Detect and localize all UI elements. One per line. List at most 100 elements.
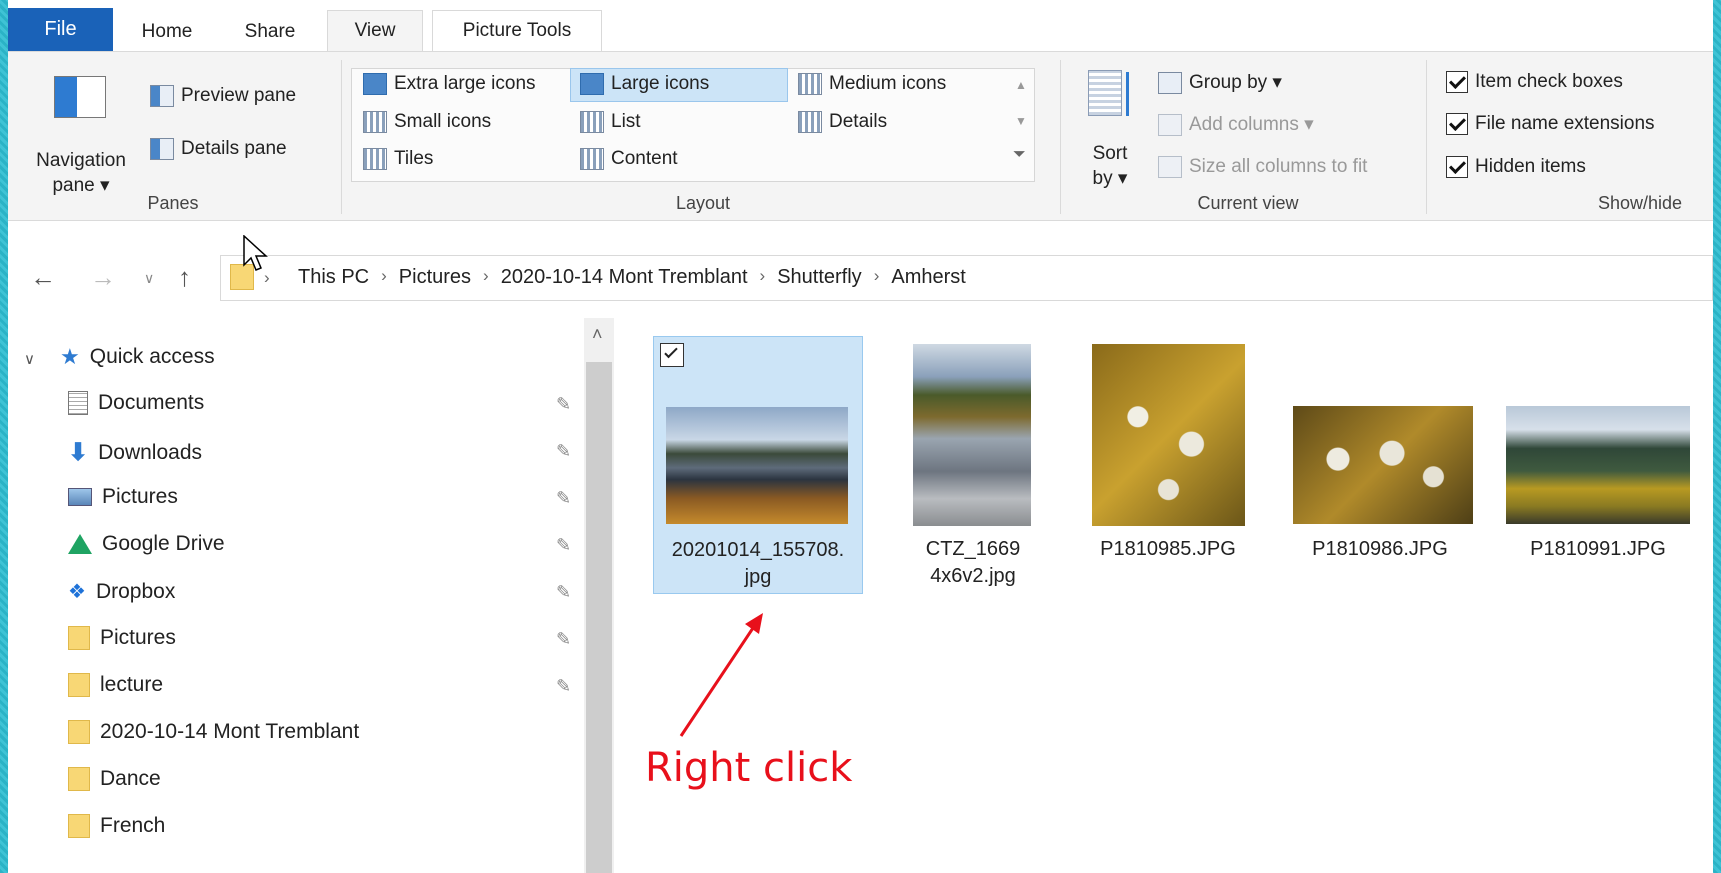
- sidebar-item-downloads[interactable]: ⬇ Downloads: [68, 438, 202, 467]
- breadcrumb-shutterfly[interactable]: Shutterfly: [777, 266, 861, 289]
- layout-tiles[interactable]: Tiles: [363, 148, 433, 170]
- tab-share[interactable]: Share: [224, 12, 316, 51]
- mouse-cursor-icon: [243, 235, 268, 271]
- layout-extra-large-icons[interactable]: Extra large icons: [363, 73, 536, 95]
- sidebar-item-pictures[interactable]: Pictures: [68, 485, 178, 509]
- small-icons-icon: [363, 111, 387, 133]
- breadcrumb-chevron-icon: ›: [483, 266, 489, 285]
- size-all-columns-button[interactable]: Size all columns to fit: [1158, 156, 1367, 178]
- file-name: P1810985.JPG: [1100, 538, 1236, 560]
- file-explorer-window: File Home Share View Picture Tools Navig…: [8, 0, 1713, 873]
- sidebar-item-dropbox[interactable]: ❖ Dropbox: [68, 579, 175, 604]
- item-check-boxes-checkbox[interactable]: [1446, 71, 1468, 93]
- details-icon: [798, 111, 822, 133]
- sidebar-item-dance[interactable]: Dance: [68, 767, 161, 791]
- google-drive-icon: [68, 534, 92, 554]
- annotation-label: Right click: [645, 745, 853, 791]
- file-name: CTZ_1669: [925, 538, 1021, 560]
- extra-large-icons-label: Extra large icons: [394, 73, 536, 94]
- show-hide-group-label: Show/hide: [1598, 193, 1683, 213]
- pin-icon[interactable]: ✎: [556, 676, 571, 697]
- file-name-extensions-checkbox[interactable]: [1446, 113, 1468, 135]
- file-item[interactable]: P1810991.JPG: [1498, 340, 1698, 600]
- sidebar-item-documents[interactable]: Documents: [68, 391, 204, 415]
- file-item[interactable]: P1810985.JPG: [1083, 340, 1253, 600]
- layout-medium-icons[interactable]: Medium icons: [798, 73, 946, 95]
- pin-icon[interactable]: ✎: [556, 582, 571, 603]
- layout-details[interactable]: Details: [798, 111, 887, 133]
- breadcrumb-pictures[interactable]: Pictures: [399, 266, 471, 289]
- file-name-extensions-toggle[interactable]: File name extensions: [1446, 113, 1655, 135]
- file-item-selected[interactable]: 20201014_155708. jpg: [653, 336, 863, 594]
- breadcrumb-chevron-icon: ›: [381, 266, 387, 285]
- sidebar-item-label: French: [100, 814, 166, 837]
- layout-scroll-down-icon[interactable]: ▼: [1015, 114, 1027, 128]
- tab-home[interactable]: Home: [126, 12, 208, 51]
- document-icon: [68, 391, 88, 415]
- sidebar-item-label: Pictures: [100, 626, 176, 649]
- add-columns-label: Add columns ▾: [1189, 114, 1314, 135]
- folder-icon: [68, 720, 90, 744]
- tab-view[interactable]: View: [327, 10, 423, 52]
- details-pane-icon: [150, 138, 174, 160]
- pin-icon[interactable]: ✎: [556, 394, 571, 415]
- sidebar-item-label: Quick access: [89, 345, 215, 368]
- list-label: List: [611, 111, 641, 132]
- item-check-boxes-label: Item check boxes: [1475, 71, 1623, 92]
- layout-list[interactable]: List: [580, 111, 641, 133]
- preview-pane-button[interactable]: Preview pane: [150, 85, 296, 107]
- pin-icon[interactable]: ✎: [556, 488, 571, 509]
- hidden-items-checkbox[interactable]: [1446, 156, 1468, 178]
- sort-by-label: by ▾: [1092, 168, 1128, 189]
- item-check-boxes-toggle[interactable]: Item check boxes: [1446, 71, 1623, 93]
- sort-by-button[interactable]: Sort by ▾: [1078, 66, 1148, 189]
- tab-picture-tools[interactable]: Picture Tools: [432, 10, 602, 51]
- photo-thumbnail-forest: [1506, 406, 1690, 524]
- hidden-items-label: Hidden items: [1475, 156, 1586, 177]
- layout-large-icons[interactable]: Large icons: [580, 73, 709, 95]
- file-item[interactable]: CTZ_1669 4x6v2.jpg: [888, 340, 1058, 600]
- sidebar-item-lecture[interactable]: lecture: [68, 673, 163, 697]
- layout-content[interactable]: Content: [580, 148, 678, 170]
- item-checkbox[interactable]: [660, 343, 684, 367]
- medium-icons-label: Medium icons: [829, 73, 947, 94]
- size-columns-icon: [1158, 156, 1182, 178]
- scroll-up-icon[interactable]: ˄: [592, 324, 603, 345]
- pin-icon[interactable]: ✎: [556, 629, 571, 650]
- sidebar-item-mont-tremblant[interactable]: 2020-10-14 Mont Tremblant: [68, 720, 359, 744]
- breadcrumb-this-pc[interactable]: This PC: [298, 266, 369, 289]
- group-by-button[interactable]: Group by ▾: [1158, 71, 1282, 94]
- pin-icon[interactable]: ✎: [556, 441, 571, 462]
- quick-access-expand-icon[interactable]: ∨: [24, 350, 35, 368]
- hidden-items-toggle[interactable]: Hidden items: [1446, 156, 1586, 178]
- add-columns-button[interactable]: Add columns ▾: [1158, 113, 1314, 136]
- pin-icon[interactable]: ✎: [556, 535, 571, 556]
- content-label: Content: [611, 148, 678, 169]
- forward-arrow-icon[interactable]: →: [90, 262, 116, 293]
- details-pane-button[interactable]: Details pane: [150, 138, 287, 160]
- scrollbar-thumb[interactable]: [586, 362, 612, 873]
- breadcrumb-mont-tremblant[interactable]: 2020-10-14 Mont Tremblant: [501, 266, 748, 289]
- layout-expand-icon[interactable]: ⏷: [1013, 146, 1026, 164]
- folder-icon: [68, 814, 90, 838]
- layout-scroll-up-icon[interactable]: ▲: [1015, 78, 1027, 92]
- up-arrow-icon[interactable]: ↑: [178, 262, 191, 293]
- sidebar-item-google-drive[interactable]: Google Drive: [68, 532, 225, 556]
- breadcrumb-amherst[interactable]: Amherst: [891, 266, 965, 289]
- navigation-scrollbar[interactable]: ˄: [584, 318, 614, 873]
- download-arrow-icon: ⬇: [68, 439, 89, 466]
- divider: [341, 60, 342, 214]
- sidebar-item-french[interactable]: French: [68, 814, 165, 838]
- file-name: 20201014_155708.: [671, 539, 845, 561]
- sidebar-item-quick-access[interactable]: ★ Quick access: [60, 344, 215, 370]
- annotation-arrow: [679, 613, 763, 737]
- recent-locations-chevron-icon[interactable]: ∨: [144, 270, 154, 287]
- sidebar-item-pictures-folder[interactable]: Pictures: [68, 626, 176, 650]
- back-arrow-icon[interactable]: ←: [30, 262, 56, 293]
- navigation-pane-button[interactable]: Navigation pane ▾: [16, 70, 136, 196]
- photo-thumbnail-lake: [666, 407, 848, 524]
- file-item[interactable]: P1810986.JPG: [1280, 340, 1480, 600]
- layout-small-icons[interactable]: Small icons: [363, 111, 491, 133]
- tab-file[interactable]: File: [8, 8, 113, 51]
- pictures-icon: [68, 488, 92, 506]
